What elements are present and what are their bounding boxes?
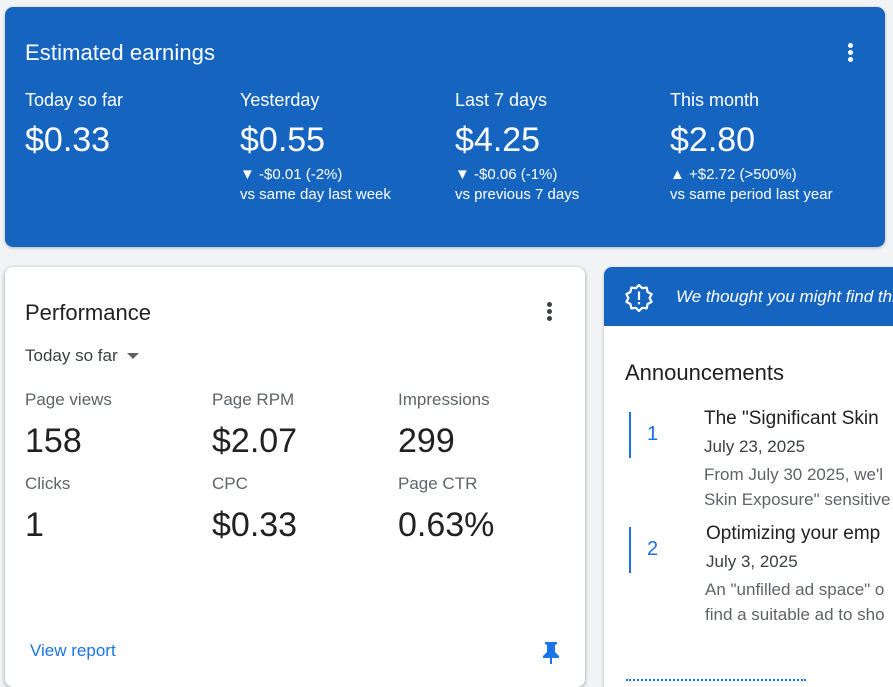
stat-value: 0.63% <box>398 506 495 544</box>
earnings-title: Estimated earnings <box>25 40 216 65</box>
item-marker <box>629 527 631 573</box>
metric-label: Yesterday <box>240 90 320 110</box>
estimated-earnings-card: Estimated earnings Today so far $0.33 Ye… <box>5 7 885 247</box>
stat-impressions: Impressions 299 <box>398 389 578 461</box>
metric-label: This month <box>670 90 760 110</box>
announcements-card: We thought you might find this useful An… <box>604 267 893 687</box>
item-body-line: From July 30 2025, we'l <box>704 465 883 484</box>
stat-value: $2.07 <box>212 422 298 460</box>
metric-last-7-days: Last 7 days $4.25 ▼ -$0.06 (-1%) vs prev… <box>455 89 665 205</box>
stat-label: CPC <box>212 474 248 493</box>
date-range-label: Today so far <box>25 346 118 365</box>
stat-value: $0.33 <box>212 506 298 544</box>
stat-label: Page views <box>25 390 112 409</box>
item-marker <box>629 412 631 458</box>
more-vert-icon[interactable] <box>847 41 853 65</box>
stat-page-rpm: Page RPM $2.07 <box>212 389 392 461</box>
arrow-drop-down-icon <box>126 353 139 359</box>
item-body-line: find a suitable ad to sho <box>705 605 885 624</box>
stat-label: Impressions <box>398 390 490 409</box>
performance-card: Performance Today so far Page views 158 … <box>5 267 585 687</box>
metric-value: $4.25 <box>455 121 541 159</box>
metric-value: $0.55 <box>240 121 326 159</box>
stat-cpc: CPC $0.33 <box>212 473 392 545</box>
stat-label: Clicks <box>25 474 71 493</box>
stat-value: 1 <box>25 506 44 544</box>
item-heading: The "Significant Skin <box>704 408 879 429</box>
item-date: July 3, 2025 <box>706 552 798 571</box>
banner-text: We thought you might find this useful <box>676 287 893 306</box>
stat-label: Page RPM <box>212 390 295 409</box>
push-pin-icon[interactable] <box>541 641 561 670</box>
metric-value: $2.80 <box>670 121 756 159</box>
item-number: 1 <box>647 423 659 445</box>
metric-this-month: This month $2.80 ▲ +$2.72 (>500%) vs sam… <box>670 89 880 205</box>
performance-title: Performance <box>25 300 151 325</box>
metric-compare: vs same period last year <box>670 186 833 203</box>
stat-clicks: Clicks 1 <box>25 473 205 545</box>
date-range-dropdown[interactable]: Today so far <box>25 346 139 366</box>
metric-label: Today so far <box>25 90 124 110</box>
item-body-line: An "unfilled ad space" o <box>705 580 885 599</box>
metric-delta: ▲ +$2.72 (>500%) <box>670 166 797 183</box>
stat-value: 158 <box>25 422 82 460</box>
announcements-title: Announcements <box>625 360 784 385</box>
stat-value: 299 <box>398 422 455 460</box>
stat-label: Page CTR <box>398 474 478 493</box>
item-heading: Optimizing your emp <box>706 523 881 544</box>
more-vert-icon[interactable] <box>546 300 552 324</box>
stat-page-views: Page views 158 <box>25 389 205 461</box>
item-body-line: Skin Exposure" sensitive <box>704 490 891 509</box>
metric-value: $0.33 <box>25 121 111 159</box>
metric-yesterday: Yesterday $0.55 ▼ -$0.01 (-2%) vs same d… <box>240 89 450 205</box>
item-body: An "unfilled ad space" o find a suitable… <box>705 577 885 627</box>
item-number: 2 <box>647 538 659 560</box>
metric-delta: ▼ -$0.01 (-2%) <box>240 166 343 183</box>
item-body: From July 30 2025, we'l Skin Exposure" s… <box>704 462 891 512</box>
stat-page-ctr: Page CTR 0.63% <box>398 473 578 545</box>
metric-delta: ▼ -$0.06 (-1%) <box>455 166 558 183</box>
metric-label: Last 7 days <box>455 90 548 110</box>
item-date: July 23, 2025 <box>704 437 806 456</box>
tip-banner[interactable]: We thought you might find this useful <box>604 267 893 326</box>
view-report-link[interactable]: View report <box>30 641 116 661</box>
metric-today: Today so far $0.33 <box>25 89 235 160</box>
new-releases-icon <box>625 283 653 317</box>
view-all-link[interactable] <box>626 679 806 684</box>
metric-compare: vs previous 7 days <box>455 186 580 203</box>
metric-compare: vs same day last week <box>240 186 391 203</box>
